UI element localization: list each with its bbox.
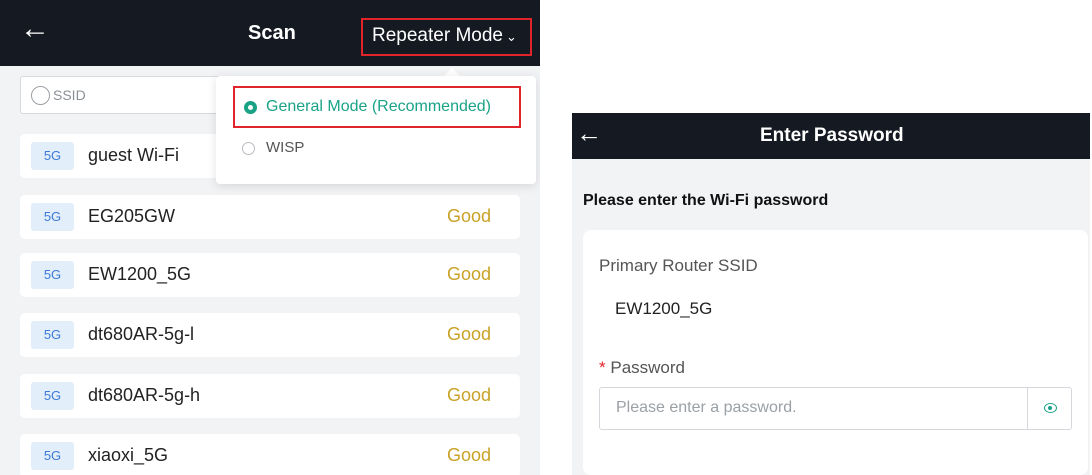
signal-strength: Good — [446, 264, 491, 284]
search-input[interactable] — [53, 87, 203, 103]
mode-option-wisp[interactable]: WISP — [266, 139, 304, 156]
password-card: Primary Router SSID EW1200_5G * Password — [583, 230, 1088, 475]
network-ssid: dt680AR-5g-l — [88, 324, 195, 344]
band-badge: 5G — [31, 203, 74, 231]
mode-option-label: General Mode (Recommended) — [266, 98, 491, 115]
radio-unselected-icon[interactable] — [242, 142, 255, 155]
mode-option-general[interactable]: General Mode (Recommended) — [233, 86, 521, 128]
password-field[interactable] — [599, 387, 1072, 430]
password-prompt: Please enter the Wi-Fi password — [583, 192, 829, 209]
show-password-toggle[interactable] — [1027, 388, 1071, 429]
band-badge: 5G — [31, 442, 74, 470]
network-ssid: dt680AR-5g-h — [88, 385, 201, 405]
page-title: Enter Password — [760, 125, 904, 146]
signal-strength: Good — [446, 324, 491, 344]
network-row[interactable]: 5G EW1200_5G Good — [20, 253, 520, 297]
back-arrow-icon[interactable]: ← — [20, 14, 50, 44]
network-ssid: EW1200_5G — [88, 264, 192, 284]
ssid-value: EW1200_5G — [615, 299, 713, 318]
signal-strength: Good — [446, 445, 491, 465]
band-badge: 5G — [31, 382, 74, 410]
network-ssid: xiaoxi_5G — [88, 445, 169, 465]
password-screen: ← Enter Password Please enter the Wi-Fi … — [572, 113, 1090, 475]
password-label: * Password — [599, 358, 685, 378]
mode-select-value: Repeater Mode — [372, 25, 503, 46]
signal-strength: Good — [446, 385, 491, 405]
required-mark: * — [599, 358, 606, 377]
dropdown-caret — [444, 68, 460, 76]
search-icon — [31, 86, 50, 105]
network-row[interactable]: 5G xiaoxi_5G Good — [20, 434, 520, 475]
ssid-label: Primary Router SSID — [599, 256, 758, 275]
chevron-down-icon: ⌄ — [505, 29, 517, 44]
network-row[interactable]: 5G dt680AR-5g-h Good — [20, 374, 520, 418]
band-badge: 5G — [31, 321, 74, 349]
radio-selected-icon — [244, 101, 257, 114]
password-label-text: Password — [610, 358, 685, 377]
network-ssid: guest Wi-Fi — [88, 145, 180, 165]
network-row[interactable]: 5G EG205GW Good — [20, 195, 520, 239]
scan-screen: ← Scan Repeater Mode⌄ 5G guest Wi-Fi 5G … — [0, 0, 540, 475]
band-badge: 5G — [31, 142, 74, 170]
eye-icon — [1044, 403, 1057, 413]
page-title: Scan — [248, 22, 296, 44]
back-arrow-icon[interactable]: ← — [576, 120, 602, 146]
scan-header: ← Scan Repeater Mode ⌄ — [0, 0, 540, 66]
mode-dropdown: General Mode (Recommended) WISP — [216, 76, 536, 184]
band-badge: 5G — [31, 261, 74, 289]
password-input[interactable] — [616, 399, 996, 417]
mode-select[interactable]: Repeater Mode ⌄ — [361, 18, 532, 56]
network-row[interactable]: 5G dt680AR-5g-l Good — [20, 313, 520, 357]
password-header: ← Enter Password — [572, 113, 1090, 159]
network-ssid: EG205GW — [88, 206, 176, 226]
signal-strength: Good — [446, 206, 491, 226]
